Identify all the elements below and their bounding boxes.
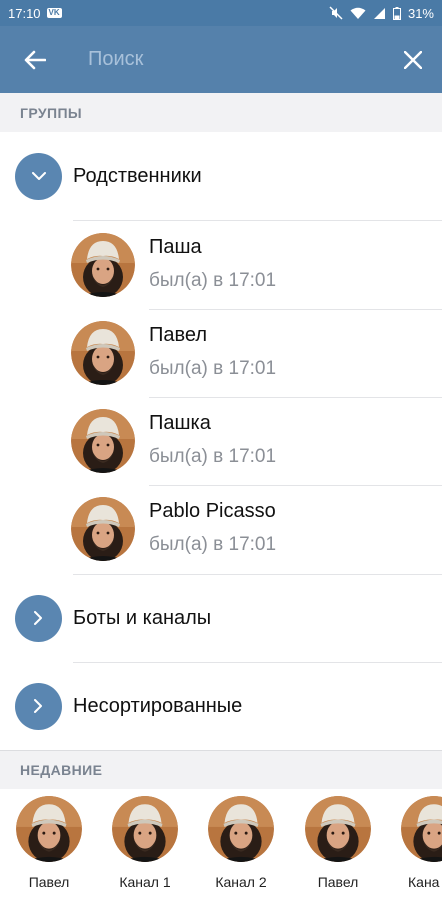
search-app-bar — [0, 26, 442, 93]
group-expand-toggle[interactable] — [15, 152, 62, 200]
status-time: 17:10 — [8, 5, 41, 21]
avatar — [16, 796, 82, 862]
signal-icon — [373, 7, 385, 19]
group-expand-toggle[interactable] — [15, 594, 62, 642]
recent-item-label: Павел — [317, 874, 359, 890]
contact-row[interactable]: Паша был(а) в 17:01 — [0, 221, 442, 309]
avatar — [71, 321, 135, 385]
recent-item-label: Канал 2 — [215, 874, 267, 890]
avatar — [71, 497, 135, 561]
recent-list[interactable]: Павел Канал 1 Канал 2 Павел Кана — [0, 789, 442, 900]
chevron-right-icon — [34, 699, 42, 713]
mute-icon — [329, 6, 343, 20]
group-row-unsorted[interactable]: Несортированные — [0, 662, 442, 750]
contact-row[interactable]: Павел был(а) в 17:01 — [0, 309, 442, 397]
avatar — [112, 796, 178, 862]
search-input[interactable] — [72, 39, 384, 80]
contact-name: Павел — [149, 324, 208, 346]
chevron-down-icon — [31, 171, 46, 180]
contact-status: был(а) в 17:01 — [149, 534, 277, 555]
back-button[interactable] — [0, 26, 72, 93]
avatar — [401, 796, 442, 862]
contact-name: Пашка — [149, 412, 211, 434]
recent-item[interactable]: Канал 1 — [97, 796, 193, 896]
battery-percent: 31% — [407, 5, 434, 21]
contact-row[interactable]: Пашка был(а) в 17:01 — [0, 397, 442, 485]
recent-item-label: Павел — [28, 874, 70, 890]
vk-notification-icon: VK — [46, 8, 62, 18]
group-expand-toggle[interactable] — [15, 682, 62, 730]
contact-name: Pablo Picasso — [149, 500, 276, 522]
group-title: Несортированные — [73, 694, 243, 717]
contact-status: был(а) в 17:01 — [149, 270, 277, 291]
section-header-recent: НЕДАВНИЕ — [0, 750, 442, 789]
contact-status: был(а) в 17:01 — [149, 358, 277, 379]
group-row-bots-channels[interactable]: Боты и каналы — [0, 574, 442, 662]
group-row-relatives[interactable]: Родственники — [0, 132, 442, 220]
chevron-right-icon — [34, 611, 42, 625]
clear-search-button[interactable] — [384, 26, 442, 93]
avatar — [71, 409, 135, 473]
battery-icon — [392, 6, 401, 20]
recent-item[interactable]: Кана — [386, 796, 442, 896]
avatar — [208, 796, 274, 862]
recent-item[interactable]: Павел — [1, 796, 97, 896]
recent-item[interactable]: Павел — [290, 796, 386, 896]
avatar — [71, 233, 135, 297]
arrow-left-icon — [24, 50, 46, 69]
contact-status: был(а) в 17:01 — [149, 446, 277, 467]
contact-name: Паша — [149, 236, 202, 258]
wifi-icon — [350, 7, 366, 19]
recent-item-label: Кана — [408, 874, 440, 890]
recent-item[interactable]: Канал 2 — [193, 796, 289, 896]
section-header-groups: ГРУППЫ — [0, 93, 442, 132]
recent-item-label: Канал 1 — [119, 874, 171, 890]
group-title: Родственники — [73, 164, 202, 187]
status-bar: 17:10 VK 31% — [0, 0, 442, 26]
close-icon — [404, 50, 422, 69]
group-title: Боты и каналы — [73, 606, 212, 629]
contact-row[interactable]: Pablo Picasso был(а) в 17:01 — [0, 485, 442, 573]
avatar — [305, 796, 371, 862]
